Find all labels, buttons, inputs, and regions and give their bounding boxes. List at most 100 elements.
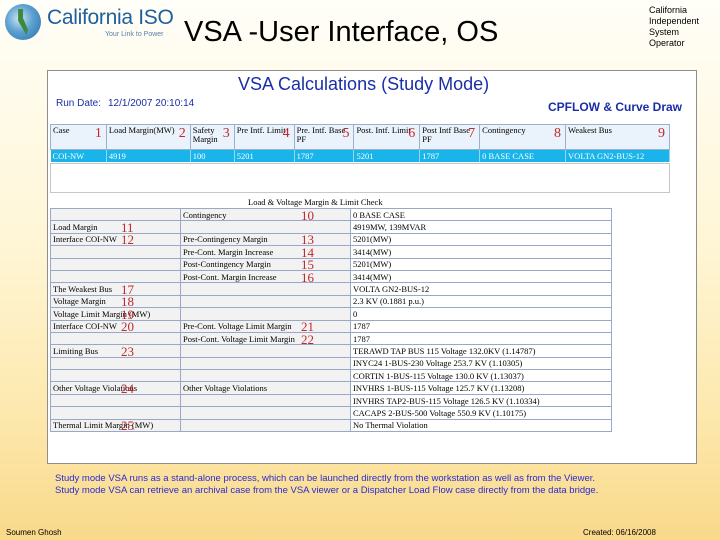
cell-label: Pre-Contingency Margin [183,234,268,245]
cell-label: 0 BASE CASE [353,209,405,220]
globe-icon [5,4,41,40]
table-cell [50,331,181,346]
cell-label: INVHRS 1-BUS-115 Voltage 125.7 KV (1.132… [353,383,525,394]
table-cell: 0 BASE CASE [350,207,612,222]
cell-label: Thermal Limit Margin (MW) [53,420,154,431]
california-iso-logo: California ISO Your Link to Power [5,4,180,40]
created-date: Created: 06/16/2008 [583,528,656,537]
marker-number: 3 [222,126,230,141]
cell-label: Load Margin [53,222,98,233]
cell-label: Interface COI-NW [53,321,117,332]
author: Soumen Ghosh [6,528,62,537]
cell-label: VOLTA GN2-BUS-12 [353,284,430,295]
cell-label: 5201(MW) [353,259,392,270]
table-cell [180,356,351,371]
column-header[interactable]: Contingency 8 [479,124,567,150]
summary-empty-area [50,163,670,193]
table-cell: Thermal Limit Margin (MW) 25 [50,418,181,433]
table-row: Pre-Cont. Margin Increase 14 3414(MW) [50,245,612,260]
cell-label: 2.3 KV (0.1881 p.u.) [353,296,424,307]
marker-number: 1 [94,126,102,141]
table-row: Post-Cont. Voltage Limit Margin 22 1787 [50,331,612,347]
table-cell: Pre-Cont. Voltage Limit Margin 21 [180,319,351,334]
table-cell [180,369,351,383]
table-cell [180,406,351,420]
table-cell: Post-Contingency Margin 15 [180,257,351,272]
table-row: Other Voltage Violations 24 Other Voltage … [50,381,612,396]
column-header[interactable]: Pre. Intf. Base PF 5 [293,124,355,150]
table-cell: INVHRS TAP2-BUS-115 Voltage 126.5 KV (1.… [350,393,612,408]
cell-label: Other Voltage Violations [183,383,268,394]
cell-label: 5201(MW) [353,234,392,245]
column-header[interactable]: Weakest Bus 9 [565,124,670,150]
column-header[interactable]: Pre Intf. Limit 4 [233,124,295,150]
cpflow-curve-draw-link[interactable]: CPFLOW & Curve Draw [548,100,682,114]
column-header[interactable]: Post. Intf. Limit 6 [353,124,421,150]
logo-name: California ISO [47,6,174,29]
column-header-label: Weakest Bus [568,125,612,135]
table-cell: 4919MW, 139MVAR [350,220,612,234]
table-cell: 4919 [106,149,191,162]
table-cell: COI-NW [50,149,107,162]
table-cell: 5201(MW) [350,257,612,271]
table-cell [50,369,181,383]
cell-label: CORTIN 1-BUS-115 Voltage 130.0 KV (1.130… [353,370,524,381]
table-row[interactable]: COI-NW 4919 100 5201 1787 5201 1787 0 BASE CASE… [50,149,670,162]
table-cell: 1787 [419,149,481,162]
table-row: Voltage Margin 18 2.3 KV (0.1881 p.u.) [50,294,612,309]
table-cell [50,406,181,420]
column-header-label: Post Intf Base PF [422,125,470,144]
marker-number: 16 [301,269,314,285]
cell-label: Interface COI-NW [53,234,117,245]
column-header-label: Contingency [482,125,526,135]
table-row: Voltage Limit Margin (MW) 19 0 [50,307,612,322]
cell-label: Pre-Cont. Voltage Limit Margin [183,321,292,332]
table-row: The Weakest Bus 17 VOLTA GN2-BUS-12 [50,282,612,297]
lvm-title: Load & Voltage Margin & Limit Check [248,197,383,207]
table-cell: The Weakest Bus 17 [50,282,181,297]
column-header-label: Pre. Intf. Base PF [296,125,346,144]
column-header-label: Post. Intf. Limit [356,125,411,135]
table-cell: Post-Cont. Voltage Limit Margin 22 [180,332,351,347]
column-header-label: Load Margin(MW) [108,125,175,135]
table-cell: 5201(MW) [350,232,612,247]
table-cell [180,344,351,358]
column-header[interactable]: Safety Margin 3 [189,124,235,150]
table-cell: Voltage Limit Margin (MW) 19 [50,307,181,322]
logo-tagline: Your Link to Power [105,31,164,38]
cell-label: 0 [353,308,358,319]
table-cell [50,393,181,408]
table-row: CORTIN 1-BUS-115 Voltage 130.0 KV (1.130… [50,369,612,383]
marker-number: 10 [301,207,314,223]
table-cell: Interface COI-NW 20 [50,319,181,334]
table-row: CACAPS 2-BUS-500 Voltage 550.9 KV (1.101… [50,406,612,420]
column-header-label: Pre Intf. Limit [236,125,286,135]
cell-label: Pre-Cont. Margin Increase [183,246,274,257]
cell-label: 3414(MW) [353,271,392,282]
table-cell: VOLTA GN2-BUS-12 [350,282,612,296]
column-header-label: Case [53,125,70,135]
column-header[interactable]: Load Margin(MW) 2 [105,124,191,150]
note-line-1: Study mode VSA runs as a stand-alone pro… [55,473,596,484]
org-name: California Independent System Operator [649,5,700,48]
table-row: INYC24 1-BUS-230 Voltage 253.7 KV (1.103… [50,356,612,371]
table-row: Contingency 10 0 BASE CASE [50,207,612,223]
table-cell: Post-Cont. Margin Increase 16 [180,270,351,285]
cell-label: CACAPS 2-BUS-500 Voltage 550.9 KV (1.101… [353,407,527,418]
note-line-2: Study mode VSA can retrieve an archival … [55,485,599,496]
table-cell: 1787 [350,331,612,346]
table-row: Limiting Bus 23 TERAWD TAP BUS 115 Voltage… [50,343,612,359]
column-header[interactable]: Case 1 [50,124,107,150]
column-header[interactable]: Post Intf Base PF 7 [419,124,481,150]
table-cell [180,307,351,321]
marker-number: 5 [342,126,350,141]
table-cell: 0 [350,307,612,321]
marker-number: 7 [468,126,476,141]
table-cell: Other Voltage Violations 24 [50,381,181,396]
marker-number: 23 [121,343,134,359]
load-voltage-margin-table: Contingency 10 0 BASE CASE Load Margin 11 491… [50,207,612,433]
page-title: VSA -User Interface, OS [184,16,499,48]
table-cell: 2.3 KV (0.1881 p.u.) [350,294,612,309]
table-row: INVHRS TAP2-BUS-115 Voltage 126.5 KV (1.… [50,393,612,408]
table-cell: No Thermal Violation [350,418,612,433]
